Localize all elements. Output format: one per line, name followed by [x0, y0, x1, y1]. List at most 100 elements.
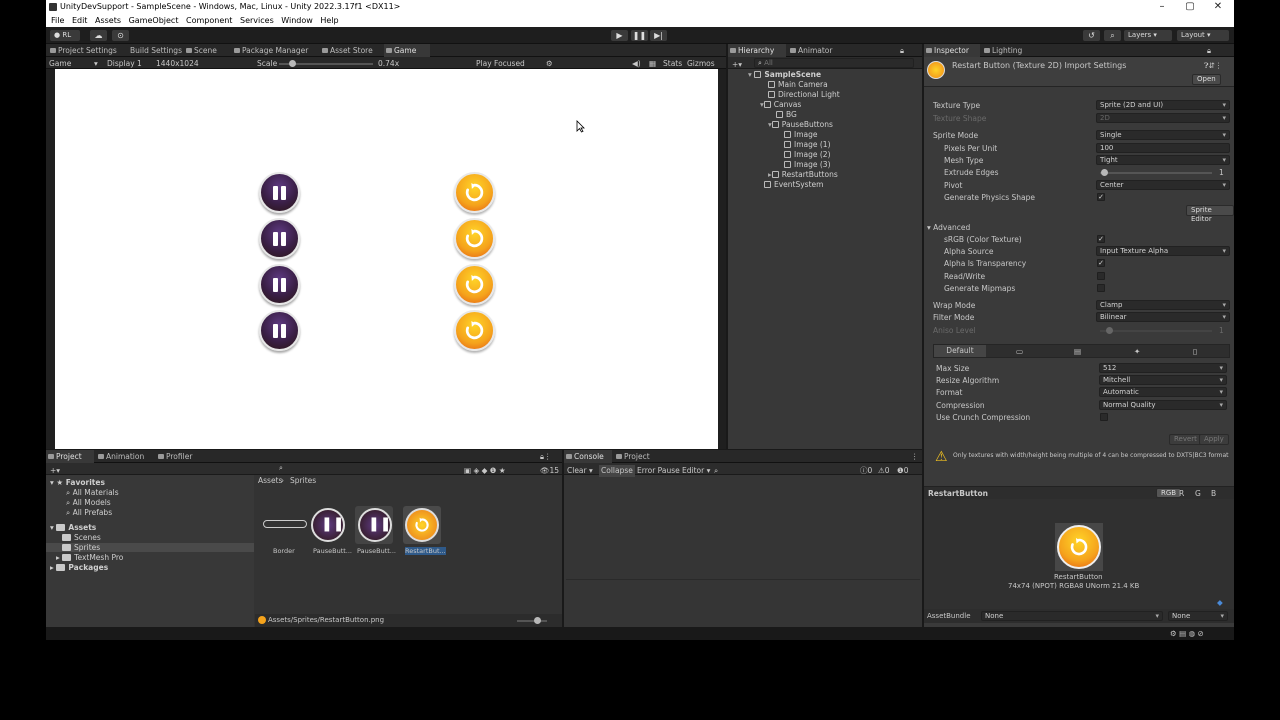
menu-component[interactable]: Component: [186, 14, 232, 27]
tree-item-image-1[interactable]: Image (1): [784, 140, 831, 149]
tree-item-samplescene[interactable]: ▾ SampleScene: [748, 70, 821, 79]
maximize-icon[interactable]: ▢: [1176, 0, 1204, 14]
extrude-edges-knob[interactable]: [1101, 169, 1108, 176]
folder-textmesh-pro[interactable]: ▸ TextMesh Pro: [56, 553, 123, 562]
mesh-type-dropdown[interactable]: Tight: [1096, 155, 1230, 165]
folder-sprites[interactable]: Sprites: [46, 543, 254, 552]
expand-icon[interactable]: ◆: [1217, 598, 1223, 607]
tab-game[interactable]: Game: [384, 44, 430, 57]
format-dropdown[interactable]: Automatic: [1099, 387, 1227, 397]
step-button[interactable]: ▶|: [650, 30, 667, 41]
play-focused-dropdown[interactable]: Play Focused: [476, 59, 525, 68]
advanced-foldout[interactable]: ▾ Advanced: [927, 223, 970, 232]
assetbundle-variant-dropdown[interactable]: None: [1168, 611, 1228, 621]
menu-file[interactable]: File: [51, 14, 64, 27]
restart-sprite-thumb[interactable]: [405, 508, 439, 542]
menu-window[interactable]: Window: [281, 14, 313, 27]
tree-item-image-3[interactable]: Image (3): [784, 160, 831, 169]
menu-help[interactable]: Help: [320, 14, 338, 27]
mute-icon[interactable]: ⚙: [546, 59, 553, 68]
wrap-mode-dropdown[interactable]: Clamp: [1096, 300, 1230, 310]
tab-package-manager[interactable]: Package Manager: [232, 44, 318, 57]
tab-asset-store[interactable]: Asset Store: [320, 44, 382, 57]
sprite-editor-button[interactable]: Sprite Editor: [1186, 205, 1234, 223]
lock-icon[interactable]: 🔒︎: [1207, 46, 1211, 56]
thumbnail-size-knob[interactable]: [534, 617, 541, 624]
tab-project[interactable]: Project: [46, 450, 94, 463]
console-search-icon[interactable]: ⌕: [714, 465, 718, 477]
generate-mipmaps-checkbox[interactable]: [1097, 284, 1105, 292]
monitor-icon[interactable]: ▭: [1016, 347, 1023, 356]
status-icons[interactable]: ⚙ ▤ ◍ ⊘: [1170, 629, 1204, 638]
channel-r-button[interactable]: R: [1179, 489, 1184, 498]
collapse-toggle[interactable]: Collapse: [599, 465, 635, 477]
fav-all-materials[interactable]: ⌕ All Materials: [66, 488, 119, 498]
search-icon[interactable]: ⌕: [1104, 30, 1121, 41]
layout-dropdown[interactable]: Layout ▾: [1177, 30, 1229, 41]
read-write-checkbox[interactable]: [1097, 272, 1105, 280]
play-button[interactable]: ▶: [611, 30, 628, 41]
gizmos-dropdown[interactable]: Gizmos: [687, 59, 715, 68]
assetbundle-dropdown[interactable]: None: [981, 611, 1163, 621]
editor-dropdown[interactable]: Editor ▾: [682, 465, 710, 477]
extrude-edges-slider[interactable]: [1100, 172, 1212, 174]
srgb-checkbox[interactable]: ✓: [1097, 235, 1105, 243]
error-pause-toggle[interactable]: Error Pause: [637, 465, 680, 477]
cloud-icon[interactable]: ☁: [90, 30, 107, 41]
tab-project-2[interactable]: Project: [614, 450, 660, 463]
resolution-dropdown[interactable]: 1440x1024: [156, 59, 199, 68]
apply-button[interactable]: Apply: [1199, 434, 1229, 445]
stats-button[interactable]: Stats: [663, 59, 682, 68]
tree-item-eventsystem[interactable]: EventSystem: [764, 180, 823, 189]
account-dropdown[interactable]: ● RL ▾: [50, 30, 80, 50]
alpha-source-dropdown[interactable]: Input Texture Alpha: [1096, 246, 1230, 256]
close-icon[interactable]: ✕: [1204, 0, 1232, 14]
lock-icon[interactable]: 🔒︎: [900, 46, 904, 56]
tree-item-canvas[interactable]: ▾ Canvas: [760, 100, 801, 109]
game-mode-dropdown[interactable]: Game: [49, 59, 71, 68]
tab-lighting[interactable]: Lighting: [982, 44, 1032, 57]
favorites-foldout[interactable]: ▾ ★ Favorites: [50, 478, 105, 487]
lock-icon[interactable]: 🔒︎⋮: [540, 452, 552, 462]
tab-hierarchy[interactable]: Hierarchy: [728, 44, 786, 57]
tab-profiler[interactable]: Profiler: [156, 450, 204, 463]
tab-scene[interactable]: Scene: [184, 44, 230, 57]
sprite-mode-dropdown[interactable]: Single: [1096, 130, 1230, 140]
info-count[interactable]: ⓘ0: [860, 465, 872, 477]
pixels-per-unit-input[interactable]: 100: [1096, 143, 1230, 153]
tree-item-main-camera[interactable]: Main Camera: [768, 80, 828, 89]
add-icon[interactable]: +▾: [732, 59, 742, 71]
border-sprite-thumb[interactable]: [263, 520, 307, 528]
pivot-dropdown[interactable]: Center: [1096, 180, 1230, 190]
help-icon[interactable]: ❓︎⇵⋮: [1204, 61, 1222, 71]
pause-button[interactable]: ❚❚: [631, 30, 648, 41]
tab-animation[interactable]: Animation: [96, 450, 154, 463]
tree-item-bg[interactable]: BG: [776, 110, 797, 119]
packages-foldout[interactable]: ▸ Packages: [50, 563, 108, 572]
android-icon[interactable]: ✦: [1134, 347, 1140, 356]
tree-item-pausebuttons[interactable]: ▾ PauseButtons: [768, 120, 833, 129]
hierarchy-search-input[interactable]: ⌕ All: [754, 58, 914, 68]
resize-algorithm-dropdown[interactable]: Mitchell: [1099, 375, 1227, 385]
generate-physics-shape-checkbox[interactable]: ✓: [1097, 193, 1105, 201]
fav-all-prefabs[interactable]: ⌕ All Prefabs: [66, 508, 112, 518]
max-size-dropdown[interactable]: 512: [1099, 363, 1227, 373]
alpha-is-transparency-checkbox[interactable]: ✓: [1097, 259, 1105, 267]
error-count[interactable]: ❶0: [897, 465, 909, 477]
clear-dropdown[interactable]: Clear ▾: [567, 465, 593, 477]
project-search-input[interactable]: ⌕: [276, 464, 456, 474]
folder-scenes[interactable]: Scenes: [62, 533, 101, 542]
channel-b-button[interactable]: B: [1211, 489, 1216, 498]
menu-assets[interactable]: Assets: [95, 14, 121, 27]
menu-gameobject[interactable]: GameObject: [129, 14, 179, 27]
open-button[interactable]: Open: [1192, 74, 1221, 85]
tab-project-settings[interactable]: Project Settings: [48, 44, 118, 57]
assets-foldout[interactable]: ▾ Assets: [50, 523, 96, 532]
tree-item-directional-light[interactable]: Directional Light: [768, 90, 840, 99]
scale-slider-knob[interactable]: [289, 60, 296, 67]
collab-icon[interactable]: ⊙: [112, 30, 129, 41]
minimize-icon[interactable]: –: [1148, 0, 1176, 14]
audio-icon[interactable]: ◀): [632, 59, 641, 68]
extrude-edges-value[interactable]: 1: [1219, 168, 1224, 177]
revert-button[interactable]: Revert: [1169, 434, 1202, 445]
